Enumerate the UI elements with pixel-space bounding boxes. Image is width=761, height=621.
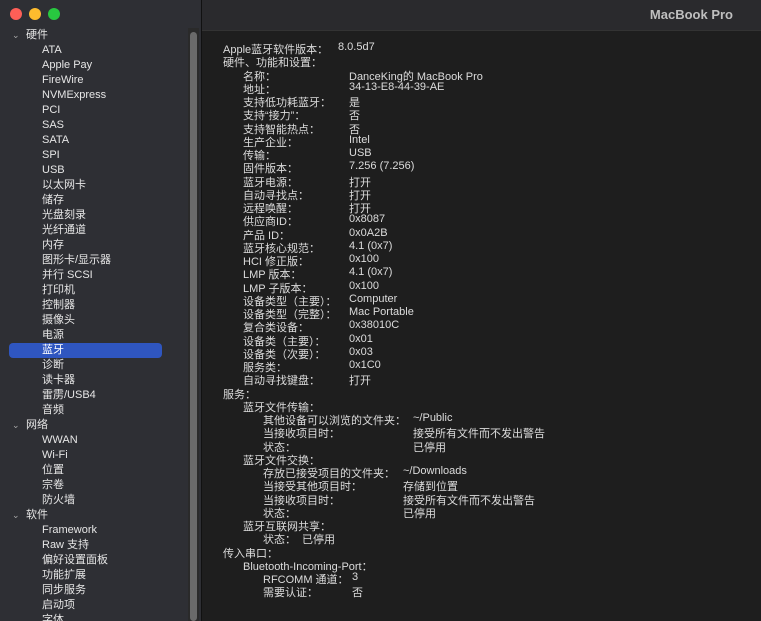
info-value: 0x38010C bbox=[349, 319, 400, 331]
sidebar-scrollbar-thumb[interactable] bbox=[190, 32, 197, 621]
sidebar-item[interactable]: 偏好设置面板 bbox=[0, 553, 186, 568]
sidebar-item[interactable]: 读卡器 bbox=[0, 373, 186, 388]
sidebar-item[interactable]: SPI bbox=[0, 148, 186, 163]
sidebar-item[interactable]: 字体 bbox=[0, 613, 186, 621]
sidebar-item[interactable]: 光盘刻录 bbox=[0, 208, 186, 223]
sidebar-item[interactable]: 防火墙 bbox=[0, 493, 186, 508]
sidebar-item[interactable]: ATA bbox=[0, 43, 186, 58]
sidebar-item[interactable]: 启动项 bbox=[0, 598, 186, 613]
info-value: 34-13-E8-44-39-AE bbox=[349, 81, 445, 93]
detail-pane: MacBook Pro Apple蓝牙软件版本： 8.0.5d7 硬件、功能和设置：… bbox=[202, 0, 761, 621]
info-value: 已停用 bbox=[403, 508, 436, 520]
info-value: USB bbox=[349, 147, 372, 159]
info-value: 4.1 (0x7) bbox=[349, 266, 393, 278]
info-value: Intel bbox=[349, 134, 370, 146]
sidebar-category-label: 软件 bbox=[26, 509, 48, 521]
minimize-window-button[interactable] bbox=[29, 8, 41, 20]
info-value: 打开 bbox=[349, 375, 371, 387]
sidebar-category[interactable]: ⌄ 硬件 bbox=[0, 28, 186, 43]
sidebar-item[interactable]: 位置 bbox=[0, 463, 186, 478]
info-value: Mac Portable bbox=[349, 306, 414, 318]
info-value: ~/Public bbox=[413, 412, 453, 424]
info-value: 8.0.5d7 bbox=[338, 41, 375, 53]
sidebar-item[interactable]: 摄像头 bbox=[0, 313, 186, 328]
chevron-down-icon[interactable]: ⌄ bbox=[12, 418, 26, 433]
chevron-down-icon[interactable]: ⌄ bbox=[12, 508, 26, 523]
sidebar-item[interactable]: USB bbox=[0, 163, 186, 178]
sidebar-item[interactable]: 并行 SCSI bbox=[0, 268, 186, 283]
info-value: 0x01 bbox=[349, 333, 373, 345]
chevron-down-icon[interactable]: ⌄ bbox=[12, 28, 26, 43]
sidebar-item[interactable]: 控制器 bbox=[0, 298, 186, 313]
sidebar-item[interactable]: 蓝牙 bbox=[9, 343, 162, 358]
info-value: 0x100 bbox=[349, 253, 379, 265]
sidebar-item[interactable]: 光纤通道 bbox=[0, 223, 186, 238]
sidebar-item[interactable]: 打印机 bbox=[0, 283, 186, 298]
sidebar-item[interactable]: PCI bbox=[0, 103, 186, 118]
close-window-button[interactable] bbox=[10, 8, 22, 20]
info-value: 已停用 bbox=[413, 442, 446, 454]
sidebar-item[interactable]: SAS bbox=[0, 118, 186, 133]
sidebar-item[interactable]: Wi-Fi bbox=[0, 448, 186, 463]
category-tree: ⌄ 硬件 ATA Apple Pay FireWire NVMExpress PCI SAS S… bbox=[0, 28, 186, 621]
window-controls bbox=[10, 8, 60, 20]
sidebar-item[interactable]: 宗卷 bbox=[0, 478, 186, 493]
info-key: 需要认证： bbox=[263, 587, 318, 599]
sidebar-item[interactable]: SATA bbox=[0, 133, 186, 148]
sidebar: ⌄ 硬件 ATA Apple Pay FireWire NVMExpress PCI SAS S… bbox=[0, 0, 202, 621]
sidebar-item[interactable]: 以太网卡 bbox=[0, 178, 186, 193]
info-value: 4.1 (0x7) bbox=[349, 240, 393, 252]
info-value: 3 bbox=[352, 571, 359, 583]
sidebar-item[interactable]: 雷雳/USB4 bbox=[0, 388, 186, 403]
info-value: 否 bbox=[352, 587, 363, 599]
sidebar-item[interactable]: FireWire bbox=[0, 73, 186, 88]
info-value: 0x100 bbox=[349, 280, 379, 292]
sidebar-item[interactable]: 同步服务 bbox=[0, 583, 186, 598]
sidebar-item[interactable]: 图形卡/显示器 bbox=[0, 253, 186, 268]
sidebar-item[interactable]: 诊断 bbox=[0, 358, 186, 373]
info-value: 0x8087 bbox=[349, 213, 386, 225]
sidebar-item[interactable]: Apple Pay bbox=[0, 58, 186, 73]
info-value: 0x1C0 bbox=[349, 359, 381, 371]
info-value: 0x0A2B bbox=[349, 227, 388, 239]
sidebar-item[interactable]: 储存 bbox=[0, 193, 186, 208]
sidebar-category-label: 网络 bbox=[26, 419, 48, 431]
info-value: ~/Downloads bbox=[403, 465, 467, 477]
sidebar-category[interactable]: ⌄ 网络 bbox=[0, 418, 186, 433]
sidebar-item[interactable]: 电源 bbox=[0, 328, 186, 343]
sidebar-item[interactable]: NVMExpress bbox=[0, 88, 186, 103]
sidebar-item[interactable]: 功能扩展 bbox=[0, 568, 186, 583]
sidebar-item[interactable]: 内存 bbox=[0, 238, 186, 253]
info-value: Computer bbox=[349, 293, 398, 305]
sidebar-item[interactable]: WWAN bbox=[0, 433, 186, 448]
window-title: MacBook Pro bbox=[202, 0, 761, 31]
sidebar-item[interactable]: 音频 bbox=[0, 403, 186, 418]
sidebar-category[interactable]: ⌄ 软件 bbox=[0, 508, 186, 523]
sidebar-item[interactable]: Framework bbox=[0, 523, 186, 538]
sidebar-item[interactable]: Raw 支持 bbox=[0, 538, 186, 553]
info-value: 已停用 bbox=[302, 534, 335, 546]
info-value: 0x03 bbox=[349, 346, 373, 358]
info-value: 7.256 (7.256) bbox=[349, 160, 415, 172]
maximize-window-button[interactable] bbox=[48, 8, 60, 20]
sidebar-category-label: 硬件 bbox=[26, 29, 48, 41]
